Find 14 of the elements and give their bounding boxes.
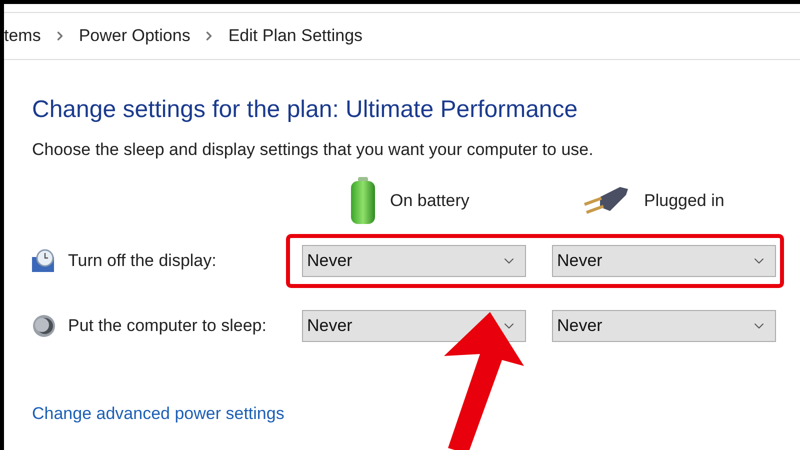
setting-label: Put the computer to sleep: (68, 316, 266, 336)
breadcrumb-item[interactable]: Power Options (78, 26, 190, 46)
description: Choose the sleep and display settings that you want your computer to use. (32, 140, 594, 160)
dropdown[interactable]: Never (302, 310, 526, 342)
dropdown[interactable]: Never (552, 245, 776, 277)
advanced-settings-link[interactable]: Change advanced power settings (32, 404, 284, 424)
breadcrumb-item[interactable]: Edit Plan Settings (228, 26, 363, 46)
dropdown[interactable]: Never (552, 310, 776, 342)
setting-label: Turn off the display: (68, 251, 216, 271)
dropdown[interactable]: Never (302, 245, 526, 277)
page-title: Change settings for the plan: Ultimate Performance (32, 96, 579, 124)
column-header: On battery (390, 191, 470, 211)
breadcrumb-item[interactable]: tems (4, 26, 41, 46)
column-header: Plugged in (644, 191, 724, 211)
